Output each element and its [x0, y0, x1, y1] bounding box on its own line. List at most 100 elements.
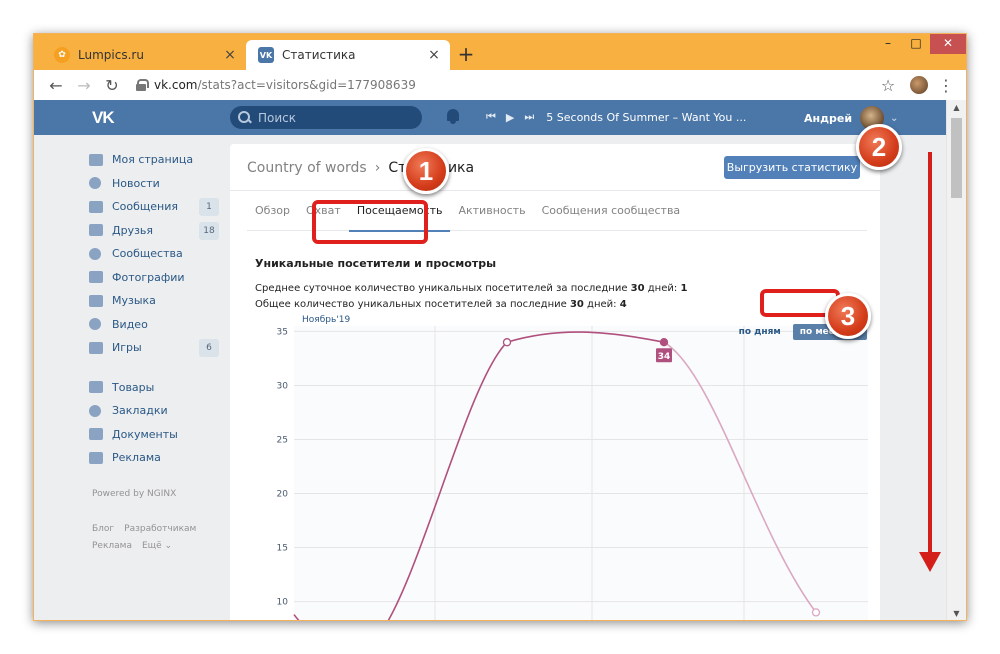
news-icon: [89, 177, 101, 190]
sidebar-item-menu-2[interactable]: Сообщения 1: [89, 195, 219, 219]
previous-track-icon[interactable]: ⏮: [486, 110, 496, 124]
megaphone-icon: [89, 451, 103, 464]
url-path: /stats?act=visitors&gid=177908639: [197, 78, 416, 92]
footer-link-blog[interactable]: Блог: [92, 524, 114, 534]
breadcrumb-group[interactable]: Country of words: [247, 160, 367, 176]
tab-close-icon[interactable]: ×: [220, 47, 240, 63]
export-stats-button[interactable]: Выгрузить статистику: [724, 156, 860, 179]
tab-statistics[interactable]: VK Статистика ×: [246, 40, 450, 70]
avg-days: 30: [630, 283, 645, 294]
total-days: 30: [569, 299, 584, 310]
section-title: Уникальные посетители и просмотры: [255, 257, 497, 270]
y-tick-label: 10: [277, 598, 289, 608]
sidebar-item-menu-8[interactable]: Игры 6: [89, 336, 219, 360]
footer-link-developers[interactable]: Разработчикам: [124, 524, 196, 534]
star-icon: [89, 404, 101, 417]
sidebar-item-menu-0[interactable]: Моя страница: [89, 148, 219, 172]
sidebar-item-menu-1[interactable]: Новости: [89, 172, 219, 196]
tab-community-messages[interactable]: Сообщения сообщества: [534, 191, 689, 231]
sidebar-item-label: Музыка: [112, 294, 156, 308]
left-menu: Моя страница Новости Сообщения 1 Друзья 18 Соо…: [89, 148, 219, 470]
footer-link-more[interactable]: Ещё ⌄: [142, 541, 172, 551]
camera-icon: [89, 271, 103, 284]
sidebar-item-label: Новости: [112, 176, 160, 190]
track-title[interactable]: 5 Seconds Of Summer – Want You ...: [546, 111, 746, 124]
vk-header: VK ⏮ ▶ ⏭ 5 Seconds Of Summer – Want You …: [34, 100, 948, 135]
scroll-up-icon[interactable]: ▲: [947, 100, 966, 116]
sidebar-item-menu-3[interactable]: Друзья 18: [89, 219, 219, 243]
breadcrumb-separator-icon: ›: [374, 160, 381, 176]
sidebar-item-label: Фотографии: [112, 270, 185, 284]
data-point: [811, 608, 821, 617]
tab-strip: ✿ Lumpics.ru × VK Статистика × + – □ ✕: [34, 34, 966, 70]
sidebar-item-label: Друзья: [112, 223, 154, 237]
address-bar[interactable]: vk.com/stats?act=visitors&gid=177908639: [154, 78, 874, 92]
new-tab-button[interactable]: +: [454, 43, 478, 67]
play-icon[interactable]: ▶: [506, 111, 514, 124]
window-close-button[interactable]: ✕: [930, 34, 966, 54]
next-track-icon[interactable]: ⏭: [524, 110, 534, 124]
document-icon: [89, 428, 103, 441]
tab-activity[interactable]: Активность: [450, 191, 533, 231]
data-label: 34: [658, 352, 671, 362]
tab-overview[interactable]: Обзор: [247, 191, 298, 231]
url-host: vk.com: [154, 78, 198, 92]
communities-icon: [89, 247, 101, 260]
sidebar-item-label: Моя страница: [112, 153, 194, 167]
tab-lumpics[interactable]: ✿ Lumpics.ru ×: [42, 40, 246, 70]
sidebar-item-label: Реклама: [112, 451, 161, 465]
tab-title: Lumpics.ru: [78, 48, 144, 62]
sidebar-item-menu2-1[interactable]: Закладки: [89, 399, 219, 423]
sidebar-item-menu2-3[interactable]: Реклама: [89, 446, 219, 470]
footer-link-ads[interactable]: Реклама: [92, 541, 132, 551]
browser-toolbar: ← → ↻ vk.com/stats?act=visitors&gid=1779…: [34, 70, 966, 100]
sidebar-item-menu-7[interactable]: Видео: [89, 313, 219, 337]
page-viewport: VK ⏮ ▶ ⏭ 5 Seconds Of Summer – Want You …: [34, 100, 948, 620]
lumpics-favicon-icon: ✿: [54, 47, 70, 63]
sidebar-item-label: Закладки: [112, 404, 168, 418]
lock-icon[interactable]: [136, 79, 149, 91]
scroll-down-icon[interactable]: ▼: [947, 606, 966, 620]
friends-icon: [89, 224, 103, 237]
vk-logo-icon[interactable]: VK: [92, 108, 115, 128]
bag-icon: [89, 381, 103, 394]
scroll-thumb[interactable]: [951, 118, 962, 198]
browser-menu-icon[interactable]: ⋮: [936, 76, 956, 95]
vk-search[interactable]: [230, 106, 422, 129]
plot-area: [294, 326, 868, 620]
sidebar-item-menu2-2[interactable]: Документы: [89, 423, 219, 447]
music-icon: [89, 294, 103, 307]
minimize-button[interactable]: –: [874, 34, 902, 54]
reload-icon[interactable]: ↻: [98, 72, 126, 98]
sidebar-item-label: Сообщества: [112, 247, 183, 261]
step-badge-2: 2: [856, 124, 902, 170]
back-icon[interactable]: ←: [42, 72, 70, 98]
maximize-button[interactable]: □: [902, 34, 930, 54]
sidebar-item-label: Товары: [112, 380, 155, 394]
search-input[interactable]: [258, 110, 418, 125]
sidebar-item-menu-4[interactable]: Сообщества: [89, 242, 219, 266]
sidebar-item-menu-5[interactable]: Фотографии: [89, 266, 219, 290]
month-label: Ноябрь'19: [302, 315, 350, 325]
sidebar-item-label: Видео: [112, 317, 148, 331]
profile-avatar-icon[interactable]: [910, 76, 928, 94]
bookmark-star-icon[interactable]: ☆: [874, 76, 902, 95]
y-tick-label: 25: [277, 435, 288, 445]
counter-badge: 6: [199, 339, 219, 357]
y-tick-label: 30: [277, 381, 289, 391]
bell-icon[interactable]: [446, 109, 460, 125]
tab-close-icon[interactable]: ×: [424, 47, 444, 63]
sidebar-item-menu2-0[interactable]: Товары: [89, 376, 219, 400]
avg-value: 1: [680, 283, 688, 294]
sidebar-item-label: Сообщения: [112, 200, 179, 214]
avg-visitors-line: Среднее суточное количество уникальных п…: [255, 283, 687, 294]
menu-separator: [89, 360, 219, 376]
forward-icon[interactable]: →: [70, 72, 98, 98]
messages-icon: [89, 200, 103, 213]
y-tick-label: 15: [277, 544, 288, 554]
counter-badge: 1: [199, 198, 219, 216]
footer-links: Блог Разработчикам Реклама Ещё ⌄: [92, 521, 222, 555]
sidebar-item-menu-6[interactable]: Музыка: [89, 289, 219, 313]
page-scrollbar[interactable]: ▲ ▼: [946, 100, 966, 620]
by-days-button[interactable]: по дням: [739, 327, 781, 337]
